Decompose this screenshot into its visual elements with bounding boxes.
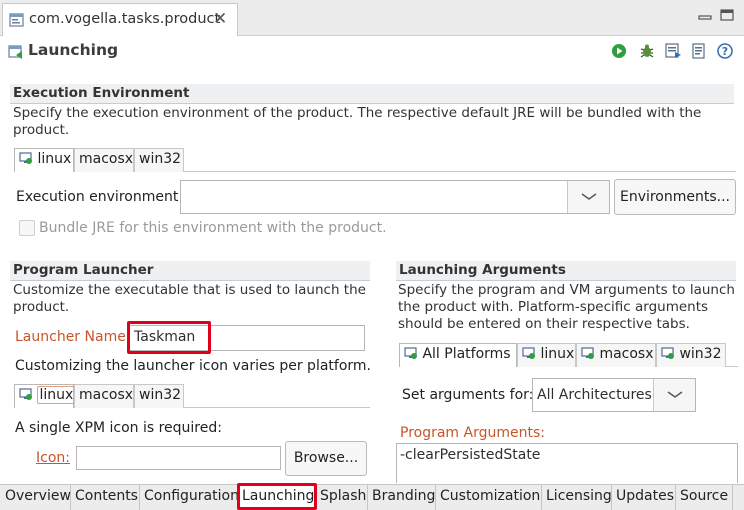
tab-win32[interactable]: win32 [134,148,184,172]
tab-linux[interactable]: linux [517,343,576,367]
tab-contents[interactable]: Contents [71,485,140,510]
editor-tab-product[interactable]: com.vogella.tasks.product ✕ [2,3,238,36]
debug-icon[interactable] [638,42,656,60]
icon-path-input[interactable] [76,446,281,470]
architecture-combo[interactable]: All Architectures [532,378,696,412]
chevron-down-icon [581,193,597,200]
tab-win32[interactable]: win32 [134,384,184,408]
tab-customization[interactable]: Customization [436,485,542,510]
architecture-value: All Architectures [537,387,652,403]
launching-page-icon [8,45,22,59]
launching-arguments-description: Specify the program and VM arguments to … [398,282,738,333]
program-arguments-textarea[interactable]: -clearPersistedState [396,443,738,483]
combo-dropdown-button[interactable] [653,379,695,411]
tab-label: win32 [139,151,182,167]
editor-tab-title: com.vogella.tasks.product [29,11,221,27]
browse-button[interactable]: Browse... [285,441,367,476]
maximize-icon[interactable] [720,9,734,21]
tab-overview[interactable]: Overview [1,485,71,510]
launcher-name-label: Launcher Name: [15,329,131,345]
svg-text:?: ? [722,45,728,58]
set-arguments-label: Set arguments for: [402,387,534,403]
tab-linux[interactable]: linux [14,384,76,408]
desc-line: product. [13,122,70,138]
target-icon [581,347,594,359]
icon-label[interactable]: Icon: [36,450,70,466]
tab-configuration[interactable]: Configuration [140,485,239,510]
bundle-jre-label: Bundle JRE for this environment with the… [39,220,387,236]
launching-arguments-title: Launching Arguments [396,261,736,281]
export-icon[interactable] [664,42,682,60]
execution-environment-description: Specify the execution environment of the… [13,105,737,139]
execution-environment-combo[interactable] [180,180,610,214]
desc-line: product. [13,299,70,315]
target-icon [19,388,32,400]
tab-splash[interactable]: Splash [316,485,368,510]
tab-updates[interactable]: Updates [612,485,676,510]
help-icon[interactable]: ? [716,42,734,60]
bundle-jre-checkbox[interactable] [19,220,35,236]
minimize-icon[interactable] [698,9,712,21]
tab-label: linux [37,151,72,167]
launcher-icon-note: Customizing the launcher icon varies per… [15,358,371,374]
program-arguments-value: -clearPersistedState [400,447,541,463]
execution-environment-tabs: linux macosx win32 [14,148,184,172]
desc-line: Customize the executable that is used to… [13,282,366,298]
target-icon [404,347,417,359]
tab-label: macosx [79,387,134,403]
tab-macosx[interactable]: macosx [74,384,134,408]
program-launcher-title: Program Launcher [10,261,370,281]
tab-linux[interactable]: linux [14,148,74,172]
xpm-note: A single XPM icon is required: [15,420,222,436]
sync-icon[interactable] [690,42,708,60]
tab-label: macosx [599,346,654,362]
tab-label: macosx [79,151,134,167]
chevron-down-icon [667,391,683,398]
desc-line: Specify the program and VM arguments to … [398,282,735,298]
environments-button[interactable]: Environments... [614,179,736,215]
combo-dropdown-button[interactable] [567,181,609,213]
launching-tab-highlight [237,483,317,510]
tab-separator [726,366,738,367]
target-icon [19,152,32,164]
desc-line: Specify the execution environment of the… [13,105,702,121]
launching-arguments-tabs: All Platforms linux macosx win32 [399,343,727,367]
editor-page-tabs: Overview Contents Configuration Launchin… [0,484,744,510]
launcher-icon-tabs: linux macosx win32 [14,384,184,408]
program-launcher-description: Customize the executable that is used to… [13,282,373,316]
program-arguments-label: Program Arguments: [400,425,545,441]
product-file-icon [9,13,24,27]
tab-label: win32 [679,346,722,362]
tab-label: win32 [139,387,182,403]
tab-win32[interactable]: win32 [656,343,726,367]
close-icon[interactable]: ✕ [213,9,227,29]
tab-separator [184,407,370,408]
tab-all-platforms[interactable]: All Platforms [399,343,517,367]
page-header: Launching ? [0,37,744,67]
tab-source[interactable]: Source [676,485,733,510]
desc-line: should be entered on their respective ta… [398,316,690,332]
tab-macosx[interactable]: macosx [576,343,656,367]
desc-line: the product with. Platform-specific argu… [398,299,709,315]
target-icon [661,347,674,359]
tab-separator [184,171,736,172]
tab-label: All Platforms [422,346,511,362]
launcher-name-highlight [127,321,211,354]
tab-licensing[interactable]: Licensing [542,485,612,510]
editor-tab-bar: com.vogella.tasks.product ✕ [0,0,744,36]
tab-label: linux [540,346,575,362]
execution-environment-title: Execution Environment [10,84,734,104]
tab-macosx[interactable]: macosx [74,148,134,172]
tab-label: linux [37,386,76,404]
page-title: Launching [28,41,119,59]
target-icon [522,347,535,359]
execution-environment-label: Execution environment: [16,189,184,205]
run-icon[interactable] [610,42,628,60]
tab-branding[interactable]: Branding [368,485,436,510]
